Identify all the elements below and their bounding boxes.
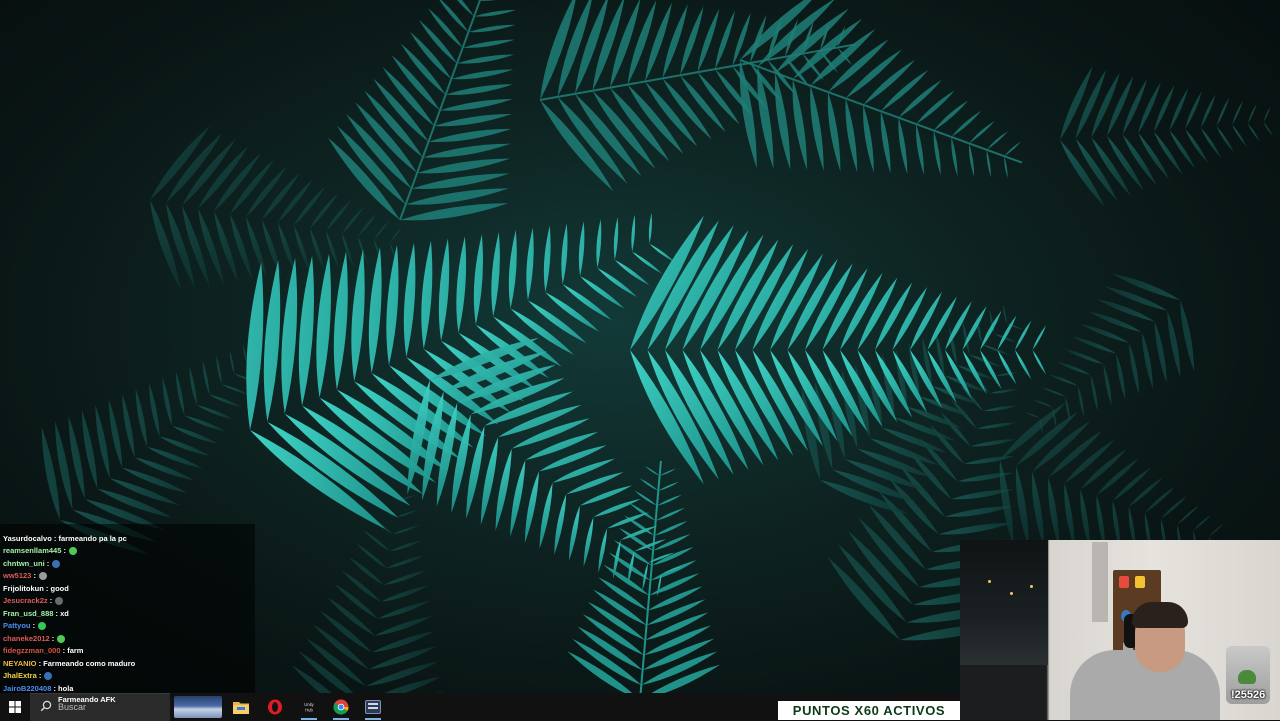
svg-text:Unity: Unity bbox=[304, 702, 314, 707]
window-thumbnail bbox=[174, 695, 222, 718]
task-view-thumbnail[interactable] bbox=[172, 693, 224, 720]
svg-text:Hub: Hub bbox=[305, 707, 313, 712]
chat-separator: : bbox=[31, 571, 39, 580]
chat-message: Yasurdocalvo : farmeando pa la pc bbox=[3, 533, 255, 546]
chat-message: Fran_usd_888 : xd bbox=[3, 608, 255, 621]
fern-frond bbox=[739, 0, 1023, 179]
chat-message: chntwn_uni : bbox=[3, 558, 255, 571]
chat-emote-icon bbox=[38, 622, 47, 631]
chat-separator: : bbox=[44, 558, 52, 568]
chat-message: chaneke2012 : bbox=[3, 633, 255, 646]
chat-separator: : bbox=[47, 596, 55, 605]
chat-username: chntwn_uni bbox=[3, 558, 45, 568]
app-button[interactable] bbox=[362, 693, 384, 720]
chat-message: JhalExtra : bbox=[3, 670, 255, 683]
chat-emote-icon bbox=[55, 597, 64, 606]
chat-message: Jesucrack2z : bbox=[3, 595, 255, 608]
fern-frond bbox=[567, 460, 721, 701]
chat-username: JhalExtra bbox=[3, 671, 37, 680]
chat-message: Pattyou : bbox=[3, 620, 255, 633]
chat-message-list: Yasurdocalvo : farmeando pa la pc reamsen… bbox=[0, 524, 255, 695]
chat-message: Frijolitokun : good bbox=[3, 583, 255, 596]
chat-message: ww5123 : bbox=[3, 570, 255, 583]
chrome-icon bbox=[333, 699, 349, 715]
chat-username: Pattyou bbox=[3, 621, 31, 630]
unity-hub-button[interactable]: Unity Hub bbox=[298, 693, 320, 720]
chat-message: fidegzzman_000 : farm bbox=[3, 645, 255, 658]
chat-message bbox=[3, 524, 255, 533]
fern-frond bbox=[246, 212, 675, 530]
chat-separator: : bbox=[61, 546, 69, 555]
chat-username: Frijolitokun bbox=[3, 583, 44, 593]
unity-hub-icon: Unity Hub bbox=[304, 702, 314, 713]
chat-message: reamsenllam445 : bbox=[3, 545, 255, 558]
file-explorer-button[interactable] bbox=[230, 693, 252, 720]
chat-username: JairoB220408 bbox=[3, 683, 52, 693]
chat-username: fidegzzman_000 bbox=[3, 646, 61, 655]
chat-username: Fran_usd_888 bbox=[3, 608, 54, 618]
webcam-window-background bbox=[960, 540, 1048, 665]
chrome-button[interactable] bbox=[330, 693, 352, 720]
chat-username: Yasurdocalvo bbox=[3, 533, 52, 543]
chat-separator: : bbox=[30, 621, 38, 630]
chat-emote-icon bbox=[52, 559, 61, 568]
chat-emote-icon bbox=[39, 572, 48, 581]
chat-message: NEYANIO : Farmeando como maduro bbox=[3, 658, 255, 671]
chat-last-message: Farmeando AFK bbox=[58, 695, 116, 704]
chat-separator: : bbox=[36, 671, 44, 680]
fern-frond bbox=[1059, 66, 1280, 207]
chat-username: chaneke2012 bbox=[3, 633, 50, 643]
chat-username: ww5123 bbox=[3, 571, 32, 580]
chat-text: Farmeando como maduro bbox=[43, 658, 136, 668]
chat-separator: : bbox=[43, 583, 51, 593]
chat-text: farmeando pa la pc bbox=[58, 533, 127, 543]
chat-username: Jesucrack2z bbox=[3, 596, 48, 605]
points-counter: !25526 bbox=[1231, 689, 1266, 701]
chat-emote-icon bbox=[69, 547, 78, 556]
chat-text: hola bbox=[58, 683, 74, 693]
chat-text: xd bbox=[60, 608, 69, 618]
points-banner: PUNTOS X60 ACTIVOS bbox=[778, 701, 960, 720]
frog-emblem bbox=[1238, 670, 1256, 684]
wall-decoration bbox=[1092, 542, 1108, 622]
fern-frond bbox=[327, 0, 517, 221]
chat-text: farm bbox=[67, 646, 84, 655]
opera-button[interactable] bbox=[264, 693, 286, 720]
folder-icon bbox=[233, 701, 249, 714]
streamer-hair bbox=[1132, 602, 1188, 628]
chat-overlay: Yasurdocalvo : farmeando pa la pc reamsen… bbox=[0, 524, 255, 696]
chat-text: good bbox=[50, 583, 69, 593]
chat-emote-icon bbox=[57, 634, 66, 643]
chat-username: NEYANIO bbox=[3, 658, 37, 668]
chat-username: reamsenllam445 bbox=[3, 546, 62, 555]
chat-emote-icon bbox=[44, 672, 53, 681]
opera-icon bbox=[268, 699, 282, 714]
chat-separator: : bbox=[49, 633, 57, 643]
app-icon bbox=[365, 699, 381, 714]
